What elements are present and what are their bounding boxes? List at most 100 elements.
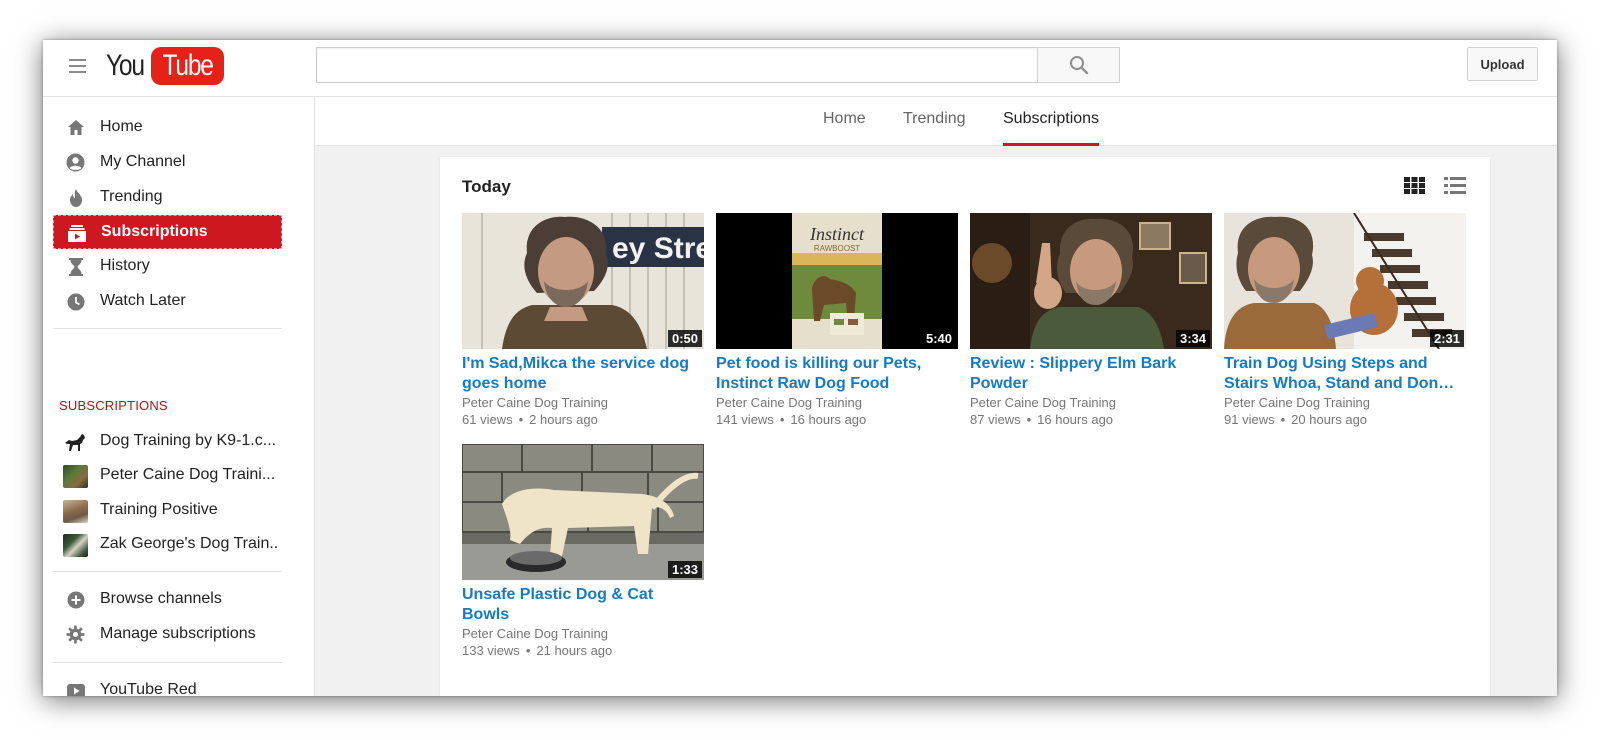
video-views: 61 views xyxy=(462,412,513,427)
logo-tube-badge: Tube xyxy=(151,47,225,85)
video-meta: 61 views • 2 hours ago xyxy=(462,411,704,428)
thumbnail-sign-text: ey Stre xyxy=(612,232,704,265)
browser-window: You Tube Upload Home My Channel Trending… xyxy=(43,40,1557,696)
grid-view-icon[interactable] xyxy=(1404,177,1425,194)
account-icon xyxy=(66,153,85,172)
video-title[interactable]: Review : Slippery Elm Bark Powder xyxy=(970,354,1212,394)
subscription-label: Peter Caine Dog Traini... xyxy=(100,466,276,483)
search-input[interactable] xyxy=(316,47,1038,83)
video-meta: 141 views • 16 hours ago xyxy=(716,411,958,428)
subscription-training-positive[interactable]: Training Positive xyxy=(53,493,282,527)
guide-item-label: Home xyxy=(100,118,143,135)
meta-separator: • xyxy=(518,412,524,427)
video-views: 87 views xyxy=(970,412,1021,427)
channel-avatar xyxy=(63,431,88,454)
menu-icon[interactable] xyxy=(69,59,86,73)
video-card[interactable]: 2:31 Train Dog Using Steps and Stairs Wh… xyxy=(1224,213,1466,428)
guide-item-label: Manage subscriptions xyxy=(100,625,256,642)
guide-item-youtube-red[interactable]: YouTube Red xyxy=(53,673,282,696)
plus-circle-icon xyxy=(66,590,85,609)
guide-item-subscriptions[interactable]: Subscriptions xyxy=(53,215,282,249)
video-channel[interactable]: Peter Caine Dog Training xyxy=(462,625,704,642)
video-age: 20 hours ago xyxy=(1291,412,1368,427)
meta-separator: • xyxy=(779,412,785,427)
channel-avatar xyxy=(63,500,88,523)
list-view-icon[interactable] xyxy=(1444,177,1466,194)
video-thumbnail[interactable]: 2:31 xyxy=(1224,213,1466,349)
video-channel[interactable]: Peter Caine Dog Training xyxy=(462,394,704,411)
video-meta: 91 views • 20 hours ago xyxy=(1224,411,1466,428)
video-title[interactable]: I'm Sad,Mikca the service dog goes home xyxy=(462,354,704,394)
guide-item-manage-subscriptions[interactable]: Manage subscriptions xyxy=(53,617,282,651)
guide-item-label: History xyxy=(100,257,150,274)
video-duration: 0:50 xyxy=(667,330,702,347)
guide-item-label: YouTube Red xyxy=(100,681,197,696)
thumbnail-brand-text: Instinct xyxy=(809,224,865,244)
guide-item-label: Trending xyxy=(100,188,163,205)
feed-tabs: Home Trending Subscriptions xyxy=(315,97,1557,146)
subscription-zak-george[interactable]: Zak George's Dog Train.. xyxy=(53,527,282,561)
meta-separator: • xyxy=(525,643,531,658)
video-card[interactable]: 3:34 Review : Slippery Elm Bark Powder P… xyxy=(970,213,1212,428)
video-thumbnail[interactable]: 3:34 xyxy=(970,213,1212,349)
video-views: 133 views xyxy=(462,643,520,658)
guide-divider xyxy=(53,662,282,663)
subscriptions-heading: SUBSCRIPTIONS xyxy=(59,398,168,413)
guide-item-label: Subscriptions xyxy=(101,223,208,240)
guide-item-my-channel[interactable]: My Channel xyxy=(53,145,282,179)
hourglass-icon xyxy=(66,257,85,276)
search-button[interactable] xyxy=(1037,47,1120,83)
shelf-title: Today xyxy=(462,177,511,196)
video-meta: 87 views • 16 hours ago xyxy=(970,411,1212,428)
video-duration: 3:34 xyxy=(1175,330,1210,347)
video-channel[interactable]: Peter Caine Dog Training xyxy=(716,394,958,411)
subscription-peter-caine[interactable]: Peter Caine Dog Traini... xyxy=(53,458,282,492)
guide-item-browse-channels[interactable]: Browse channels xyxy=(53,582,282,616)
video-views: 91 views xyxy=(1224,412,1275,427)
upload-button[interactable]: Upload xyxy=(1467,47,1538,81)
guide-item-home[interactable]: Home xyxy=(53,110,282,144)
video-thumbnail[interactable]: Instinct RAWBOOST 5:40 xyxy=(716,213,958,349)
guide-divider xyxy=(53,571,282,572)
video-title[interactable]: Train Dog Using Steps and Stairs Whoa, S… xyxy=(1224,354,1466,394)
video-duration: 1:33 xyxy=(667,561,702,578)
video-title[interactable]: Unsafe Plastic Dog & Cat Bowls xyxy=(462,585,704,625)
subscriptions-icon xyxy=(67,224,86,243)
gear-icon xyxy=(66,625,85,644)
video-thumbnail[interactable]: 1:33 xyxy=(462,444,704,580)
masthead: You Tube Upload xyxy=(43,40,1557,97)
video-card[interactable]: Instinct RAWBOOST 5:40 Pet food is killi… xyxy=(716,213,958,428)
subscriptions-shelf: Today ey Stre 0:50 I'm Sad,Mikca the ser… xyxy=(440,157,1490,696)
channel-avatar xyxy=(63,534,88,557)
video-meta: 133 views • 21 hours ago xyxy=(462,642,704,659)
meta-separator: • xyxy=(1026,412,1032,427)
flame-icon xyxy=(66,188,85,207)
youtube-logo[interactable]: You Tube xyxy=(106,46,225,86)
guide-item-history[interactable]: History xyxy=(53,249,282,283)
video-channel[interactable]: Peter Caine Dog Training xyxy=(1224,394,1466,411)
video-age: 16 hours ago xyxy=(1037,412,1114,427)
clock-icon xyxy=(66,292,85,311)
video-title[interactable]: Pet food is killing our Pets, Instinct R… xyxy=(716,354,958,394)
home-icon xyxy=(66,118,85,137)
subscription-label: Zak George's Dog Train.. xyxy=(100,535,279,552)
video-age: 2 hours ago xyxy=(529,412,598,427)
guide-item-watch-later[interactable]: Watch Later xyxy=(53,284,282,318)
video-thumbnail[interactable]: ey Stre 0:50 xyxy=(462,213,704,349)
guide-sidebar: Home My Channel Trending Subscriptions H… xyxy=(43,97,315,696)
subscription-dog-training-k9[interactable]: Dog Training by K9-1.c... xyxy=(53,424,282,458)
search-icon xyxy=(1069,56,1088,75)
tab-subscriptions[interactable]: Subscriptions xyxy=(1003,110,1100,146)
meta-separator: • xyxy=(1280,412,1286,427)
guide-item-label: Browse channels xyxy=(100,590,222,607)
video-card[interactable]: 1:33 Unsafe Plastic Dog & Cat Bowls Pete… xyxy=(462,444,704,659)
video-views: 141 views xyxy=(716,412,774,427)
play-icon xyxy=(66,681,85,696)
subscription-label: Dog Training by K9-1.c... xyxy=(100,432,277,449)
tab-trending[interactable]: Trending xyxy=(903,110,966,146)
tab-home[interactable]: Home xyxy=(823,110,866,146)
guide-item-label: Watch Later xyxy=(100,292,186,309)
video-channel[interactable]: Peter Caine Dog Training xyxy=(970,394,1212,411)
guide-item-trending[interactable]: Trending xyxy=(53,180,282,214)
video-card[interactable]: ey Stre 0:50 I'm Sad,Mikca the service d… xyxy=(462,213,704,428)
